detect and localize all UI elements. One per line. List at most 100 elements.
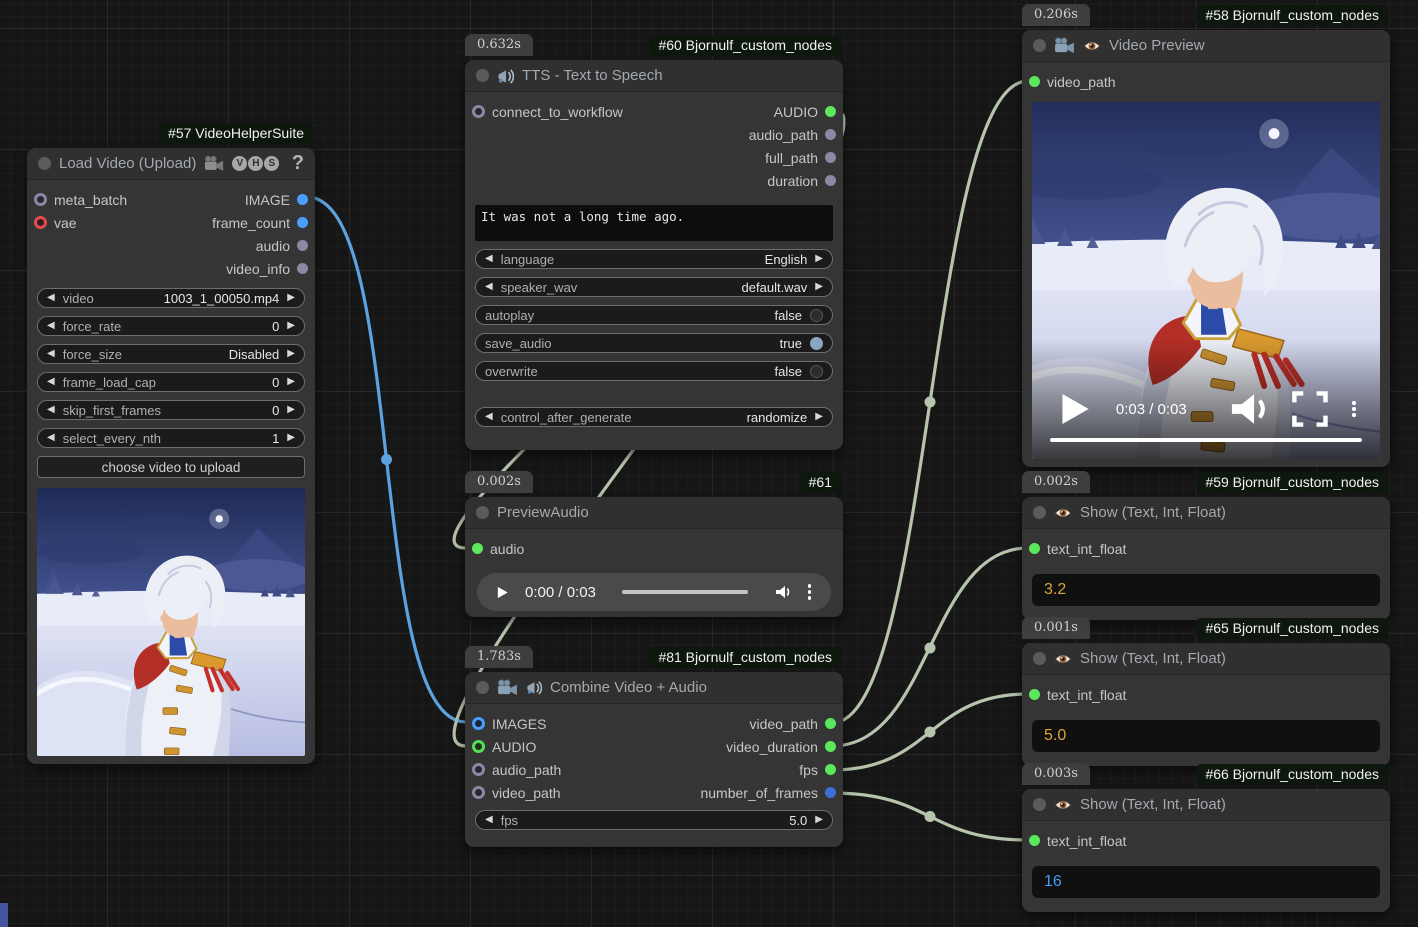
output-port-image[interactable]: [297, 194, 308, 205]
decrement-icon[interactable]: [47, 405, 55, 415]
increment-icon[interactable]: [815, 282, 823, 292]
widget-fps[interactable]: fps 5.0: [475, 810, 833, 830]
input-port-audio-path[interactable]: [472, 763, 485, 776]
output-port-full-path[interactable]: [825, 152, 836, 163]
tts-text-input[interactable]: It was not a long time ago.: [475, 205, 833, 241]
output-port-audio[interactable]: [825, 106, 836, 117]
decrement-icon[interactable]: [47, 321, 55, 331]
decrement-icon[interactable]: [485, 282, 493, 292]
collapse-dot[interactable]: [1033, 652, 1046, 665]
node-header[interactable]: Combine Video + Audio: [465, 672, 843, 704]
widget-select-every-nth[interactable]: select_every_nth 1: [37, 428, 305, 448]
input-port-connect-to-workflow[interactable]: [472, 105, 485, 118]
node-combine-video-audio[interactable]: 1.783s #81 Bjornulf_custom_nodes Combine…: [465, 672, 843, 847]
widget-force-size[interactable]: force_size Disabled: [37, 344, 305, 364]
show-value-display[interactable]: 5.0: [1032, 720, 1380, 752]
input-port-text-int-float[interactable]: [1029, 689, 1040, 700]
collapse-dot[interactable]: [1033, 506, 1046, 519]
increment-icon[interactable]: [815, 254, 823, 264]
widget-skip-first-frames[interactable]: skip_first_frames 0: [37, 400, 305, 420]
input-port-video-path[interactable]: [472, 786, 485, 799]
fullscreen-icon[interactable]: [1289, 389, 1331, 429]
show-value-display[interactable]: 16: [1032, 866, 1380, 898]
output-port-video-info[interactable]: [297, 263, 308, 274]
input-port-meta-batch[interactable]: [34, 193, 47, 206]
overflow-menu-icon[interactable]: [806, 582, 814, 602]
node-load-video[interactable]: #57 VideoHelperSuite Load Video (Upload)…: [27, 148, 315, 764]
increment-icon[interactable]: [287, 405, 295, 415]
play-icon[interactable]: [495, 585, 510, 600]
toggle-autoplay[interactable]: autoplay false: [475, 305, 833, 325]
node-header[interactable]: Load Video (Upload) VHS ?: [27, 148, 315, 180]
audio-player[interactable]: 0:00 / 0:03: [477, 573, 831, 611]
decrement-icon[interactable]: [47, 377, 55, 387]
overflow-menu-icon[interactable]: [1350, 399, 1358, 419]
node-tts[interactable]: 0.632s #60 Bjornulf_custom_nodes TTS - T…: [465, 60, 843, 450]
node-video-preview[interactable]: 0.206s #58 Bjornulf_custom_nodes Video P…: [1022, 30, 1390, 467]
widget-language[interactable]: language English: [475, 249, 833, 269]
node-show-66[interactable]: 0.003s #66 Bjornulf_custom_nodes Show (T…: [1022, 789, 1390, 912]
node-header[interactable]: Video Preview: [1022, 30, 1390, 62]
output-port-audio[interactable]: [297, 240, 308, 251]
input-port-images[interactable]: [472, 717, 485, 730]
show-value-display[interactable]: 3.2: [1032, 574, 1380, 606]
output-port-video-duration[interactable]: [825, 741, 836, 752]
output-port-number-of-frames[interactable]: [825, 787, 836, 798]
collapse-dot[interactable]: [476, 681, 489, 694]
decrement-icon[interactable]: [47, 293, 55, 303]
collapse-dot[interactable]: [476, 69, 489, 82]
increment-icon[interactable]: [287, 433, 295, 443]
audio-seek-bar[interactable]: [622, 590, 748, 594]
decrement-icon[interactable]: [485, 412, 493, 422]
widget-speaker-wav[interactable]: speaker_wav default.wav: [475, 277, 833, 297]
node-graph-canvas[interactable]: #57 VideoHelperSuite Load Video (Upload)…: [0, 0, 1418, 927]
video-player[interactable]: 0:03 / 0:03: [1032, 102, 1380, 459]
output-port-frame-count[interactable]: [297, 217, 308, 228]
collapse-dot[interactable]: [1033, 798, 1046, 811]
widget-video[interactable]: video 1003_1_00050.mp4: [37, 288, 305, 308]
video-controls[interactable]: 0:03 / 0:03: [1032, 389, 1380, 429]
widget-control-after-generate[interactable]: control_after_generate randomize: [475, 407, 833, 427]
volume-icon[interactable]: [1227, 389, 1269, 429]
input-port-audio[interactable]: [472, 740, 485, 753]
decrement-icon[interactable]: [47, 349, 55, 359]
volume-icon[interactable]: [774, 584, 791, 600]
play-icon[interactable]: [1054, 389, 1096, 429]
output-port-duration[interactable]: [825, 175, 836, 186]
input-port-vae[interactable]: [34, 216, 47, 229]
toggle-off-dot[interactable]: [810, 365, 823, 378]
toggle-save-audio[interactable]: save_audio true: [475, 333, 833, 353]
toggle-off-dot[interactable]: [810, 309, 823, 322]
decrement-icon[interactable]: [485, 815, 493, 825]
node-show-65[interactable]: 0.001s #65 Bjornulf_custom_nodes Show (T…: [1022, 643, 1390, 766]
increment-icon[interactable]: [287, 293, 295, 303]
help-icon[interactable]: ?: [292, 152, 304, 175]
toggle-overwrite[interactable]: overwrite false: [475, 361, 833, 381]
node-preview-audio[interactable]: 0.002s #61 PreviewAudio audio 0:00 / 0:0…: [465, 497, 843, 617]
collapse-dot[interactable]: [38, 157, 51, 170]
input-port-text-int-float[interactable]: [1029, 543, 1040, 554]
node-header[interactable]: Show (Text, Int, Float): [1022, 497, 1390, 529]
decrement-icon[interactable]: [47, 433, 55, 443]
increment-icon[interactable]: [815, 412, 823, 422]
node-header[interactable]: Show (Text, Int, Float): [1022, 643, 1390, 675]
input-port-video-path[interactable]: [1029, 76, 1040, 87]
input-port-audio[interactable]: [472, 543, 483, 554]
widget-force-rate[interactable]: force_rate 0: [37, 316, 305, 336]
output-port-fps[interactable]: [825, 764, 836, 775]
choose-video-button[interactable]: choose video to upload: [37, 456, 305, 478]
increment-icon[interactable]: [287, 321, 295, 331]
decrement-icon[interactable]: [485, 254, 493, 264]
video-progress-bar[interactable]: [1050, 438, 1362, 442]
node-header[interactable]: PreviewAudio: [465, 497, 843, 529]
output-port-audio-path[interactable]: [825, 129, 836, 140]
widget-frame-load-cap[interactable]: frame_load_cap 0: [37, 372, 305, 392]
input-port-text-int-float[interactable]: [1029, 835, 1040, 846]
collapse-dot[interactable]: [1033, 39, 1046, 52]
node-header[interactable]: TTS - Text to Speech: [465, 60, 843, 92]
increment-icon[interactable]: [287, 349, 295, 359]
node-header[interactable]: Show (Text, Int, Float): [1022, 789, 1390, 821]
node-show-59[interactable]: 0.002s #59 Bjornulf_custom_nodes Show (T…: [1022, 497, 1390, 620]
increment-icon[interactable]: [815, 815, 823, 825]
collapse-dot[interactable]: [476, 506, 489, 519]
